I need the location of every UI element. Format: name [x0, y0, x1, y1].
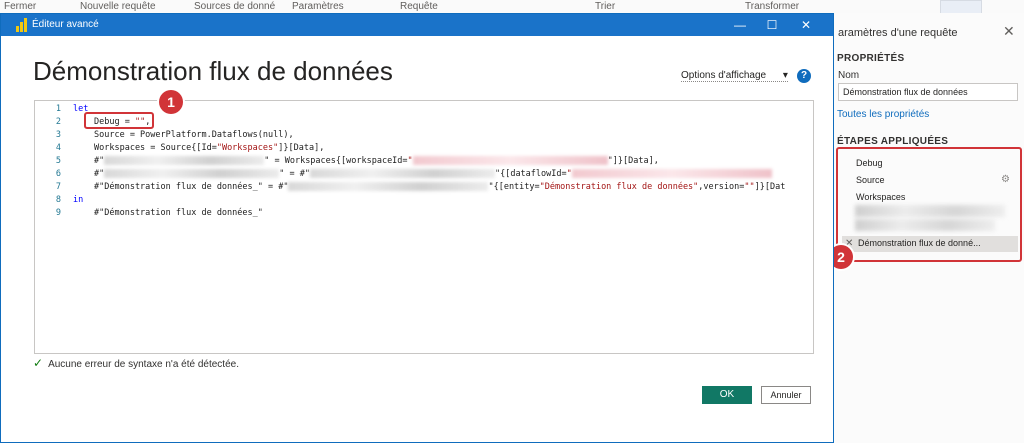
step-debug[interactable]: Debug [856, 158, 883, 168]
maximize-icon[interactable]: ☐ [761, 16, 783, 34]
display-options-dropdown[interactable]: Options d'affichage ▾ [681, 70, 788, 82]
name-label: Nom [838, 70, 860, 81]
close-icon[interactable]: ✕ [1003, 23, 1015, 40]
code-line: 3 Source = PowerPlatform.Dataflows(null)… [55, 130, 294, 140]
window-title: Éditeur avancé [32, 19, 99, 30]
code-editor[interactable]: 1 let 2 Debug = "", 3 Source = PowerPlat… [34, 100, 814, 354]
redacted-text [104, 156, 265, 165]
ribbon-item-query[interactable]: Requête [400, 1, 438, 12]
ribbon: Fermer Nouvelle requête Sources de donné… [0, 0, 1024, 15]
ribbon-item-sort[interactable]: Trier [595, 1, 615, 12]
ok-button[interactable]: OK [702, 386, 752, 404]
ribbon-item-close[interactable]: Fermer [4, 1, 36, 12]
code-line: 5 #" " = Workspaces{[workspaceId=" "]}[Dat… [55, 156, 659, 166]
query-settings-pane: aramètres d'une requête ✕ PROPRIÉTÉS Nom… [829, 13, 1024, 443]
ribbon-item-transform[interactable]: Transformer [745, 1, 799, 12]
cancel-button[interactable]: Annuler [761, 386, 811, 404]
redacted-text [412, 156, 608, 165]
power-bi-icon [15, 18, 29, 32]
selected-step-label: Démonstration flux de donné... [858, 238, 981, 248]
syntax-status: ✓ Aucune erreur de syntaxe n'a été détect… [33, 356, 239, 370]
redacted-text [309, 169, 495, 178]
ribbon-item-parameters[interactable]: Paramètres [292, 1, 344, 12]
gear-icon[interactable]: ⚙ [1001, 174, 1010, 185]
minimize-icon[interactable]: — [729, 16, 751, 34]
annotation-marker-1: 1 [159, 90, 183, 114]
query-settings-title: aramètres d'une requête [838, 27, 958, 39]
code-line: 7 #"Démonstration flux de données_" = #"… [55, 182, 786, 192]
query-name-field[interactable]: Démonstration flux de données [838, 83, 1018, 101]
applied-steps-list: Debug Source ⚙ Workspaces ✕ Démonstratio… [836, 147, 1022, 262]
redacted-text [288, 182, 489, 191]
code-line: 8 in [55, 195, 84, 205]
all-properties-link[interactable]: Toutes les propriétés [837, 109, 929, 120]
close-icon[interactable]: ✕ [795, 16, 817, 34]
debug-highlight-box [84, 112, 154, 129]
code-line: 9 #"Démonstration flux de données_" [55, 208, 263, 218]
check-icon: ✓ [33, 356, 44, 370]
step-source[interactable]: Source [856, 175, 885, 185]
redacted-text [104, 169, 280, 178]
page-title: Démonstration flux de données [33, 56, 393, 86]
advanced-editor-dialog: Éditeur avancé — ☐ ✕ Démonstration flux … [0, 13, 834, 443]
step-selected[interactable]: ✕ Démonstration flux de donné... [842, 236, 1018, 252]
redacted-step[interactable] [855, 219, 995, 231]
display-options-label: Options d'affichage [681, 70, 767, 81]
help-icon[interactable]: ? [797, 69, 811, 83]
redacted-step[interactable] [855, 205, 1005, 217]
step-workspaces[interactable]: Workspaces [856, 192, 905, 202]
title-bar: Éditeur avancé — ☐ ✕ [1, 14, 833, 36]
chevron-down-icon: ▾ [782, 70, 788, 81]
ribbon-item-data-sources[interactable]: Sources de donné [194, 1, 275, 12]
code-line: 6 #" " = #" "{[dataflowId=" [35, 168, 813, 181]
ribbon-item-new-query[interactable]: Nouvelle requête [80, 1, 156, 12]
properties-header: PROPRIÉTÉS [837, 53, 905, 64]
applied-steps-header: ÉTAPES APPLIQUÉES [837, 136, 949, 147]
syntax-status-text: Aucune erreur de syntaxe n'a été détecté… [48, 359, 239, 370]
redacted-text [571, 169, 772, 178]
code-line: 4 Workspaces = Source{[Id="Workspaces"]}… [55, 143, 325, 153]
